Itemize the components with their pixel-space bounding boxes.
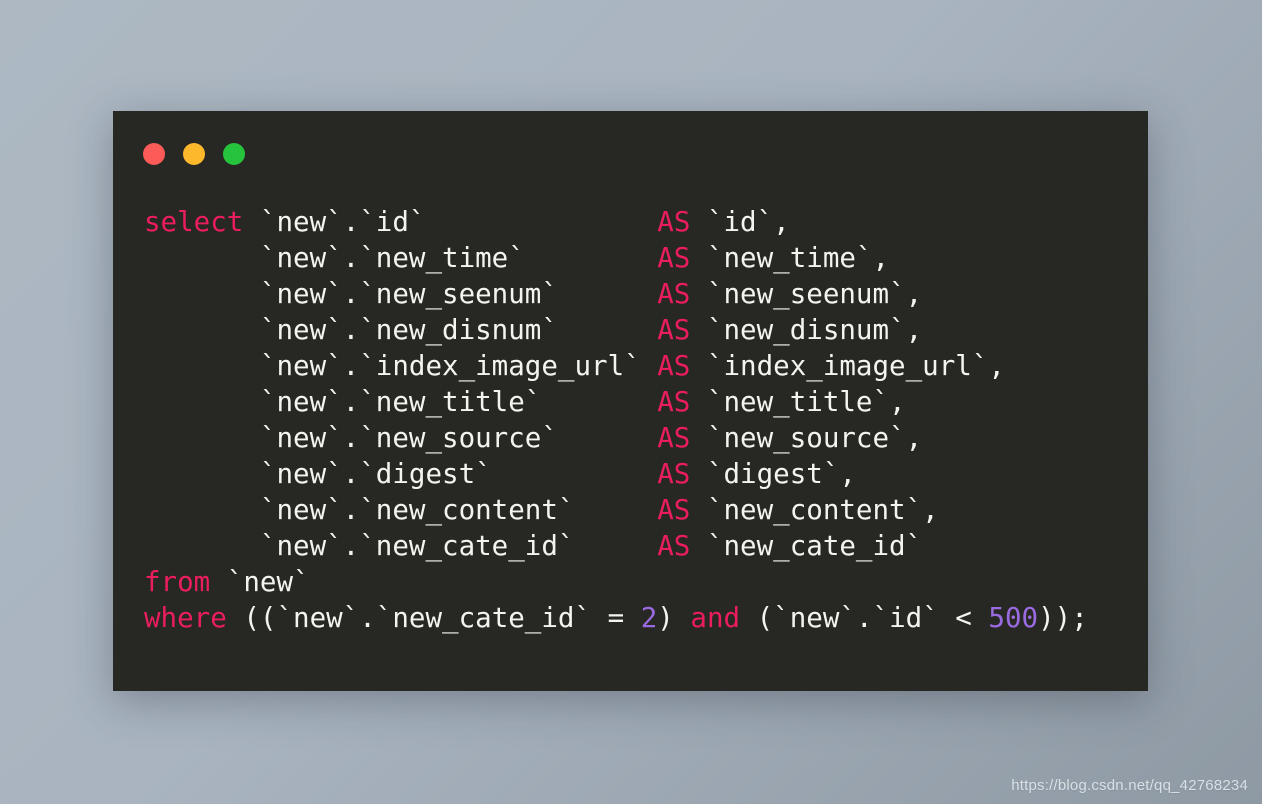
code-line: `new`.`new_disnum` AS `new_disnum`, bbox=[144, 312, 1148, 348]
sql-identifier: `new`.`new_time` bbox=[144, 242, 658, 274]
sql-keyword: select bbox=[144, 206, 260, 238]
sql-keyword: AS bbox=[657, 458, 707, 490]
sql-identifier: `new_time`, bbox=[706, 242, 890, 274]
sql-identifier: `new`.`new_cate_id` bbox=[144, 530, 658, 562]
code-line: select `new`.`id` AS `id`, bbox=[144, 204, 1148, 240]
sql-keyword: AS bbox=[657, 422, 707, 454]
sql-keyword: AS bbox=[657, 242, 707, 274]
sql-identifier: `new_cate_id` bbox=[706, 530, 923, 562]
sql-identifier: (`new`.`id` < bbox=[756, 602, 989, 634]
sql-keyword: AS bbox=[657, 350, 707, 382]
sql-identifier: `new`.`new_content` bbox=[144, 494, 658, 526]
minimize-window-icon[interactable] bbox=[183, 143, 205, 165]
sql-identifier: `new`.`index_image_url` bbox=[144, 350, 658, 382]
code-line: `new`.`new_seenum` AS `new_seenum`, bbox=[144, 276, 1148, 312]
sql-identifier: `id`, bbox=[706, 206, 790, 238]
sql-identifier: `new` bbox=[226, 566, 310, 598]
sql-identifier: `new`.`id` bbox=[259, 206, 658, 238]
sql-number: 500 bbox=[988, 602, 1039, 634]
screenshot-stage: select `new`.`id` AS `id`, `new`.`new_ti… bbox=[0, 0, 1262, 804]
sql-identifier: `new`.`new_source` bbox=[144, 422, 658, 454]
code-line: `new`.`new_time` AS `new_time`, bbox=[144, 240, 1148, 276]
sql-identifier: `new_content`, bbox=[706, 494, 939, 526]
sql-identifier: `new_disnum`, bbox=[706, 314, 923, 346]
close-window-icon[interactable] bbox=[143, 143, 165, 165]
code-line: `new`.`new_cate_id` AS `new_cate_id` bbox=[144, 528, 1148, 564]
sql-keyword: AS bbox=[657, 206, 707, 238]
code-line: `new`.`new_source` AS `new_source`, bbox=[144, 420, 1148, 456]
code-line: `new`.`index_image_url` AS `index_image_… bbox=[144, 348, 1148, 384]
sql-identifier: `digest`, bbox=[706, 458, 856, 490]
sql-identifier: ) bbox=[657, 602, 691, 634]
sql-keyword: and bbox=[690, 602, 757, 634]
watermark-url: https://blog.csdn.net/qq_42768234 bbox=[1011, 777, 1248, 794]
sql-number: 2 bbox=[640, 602, 658, 634]
sql-identifier: `new`.`digest` bbox=[144, 458, 658, 490]
sql-keyword: AS bbox=[657, 386, 707, 418]
sql-keyword: AS bbox=[657, 314, 707, 346]
sql-identifier: `new`.`new_disnum` bbox=[144, 314, 658, 346]
sql-keyword: AS bbox=[657, 278, 707, 310]
code-line: `new`.`digest` AS `digest`, bbox=[144, 456, 1148, 492]
sql-identifier: `new`.`new_seenum` bbox=[144, 278, 658, 310]
sql-identifier: `new`.`new_title` bbox=[144, 386, 658, 418]
code-line: where ((`new`.`new_cate_id` = 2) and (`n… bbox=[144, 600, 1148, 636]
terminal-window: select `new`.`id` AS `id`, `new`.`new_ti… bbox=[113, 111, 1148, 691]
sql-keyword: AS bbox=[657, 494, 707, 526]
sql-keyword: from bbox=[144, 566, 227, 598]
code-line: `new`.`new_title` AS `new_title`, bbox=[144, 384, 1148, 420]
sql-identifier: `index_image_url`, bbox=[706, 350, 1005, 382]
maximize-window-icon[interactable] bbox=[223, 143, 245, 165]
sql-identifier: `new_source`, bbox=[706, 422, 923, 454]
sql-code-block[interactable]: select `new`.`id` AS `id`, `new`.`new_ti… bbox=[144, 204, 1148, 636]
terminal-titlebar[interactable] bbox=[113, 111, 1148, 197]
sql-identifier: `new_title`, bbox=[706, 386, 906, 418]
code-line: from `new` bbox=[144, 564, 1148, 600]
sql-identifier: )); bbox=[1038, 602, 1088, 634]
sql-identifier: ((`new`.`new_cate_id` = bbox=[243, 602, 641, 634]
code-line: `new`.`new_content` AS `new_content`, bbox=[144, 492, 1148, 528]
sql-keyword: where bbox=[144, 602, 244, 634]
sql-identifier: `new_seenum`, bbox=[706, 278, 923, 310]
sql-keyword: AS bbox=[657, 530, 707, 562]
